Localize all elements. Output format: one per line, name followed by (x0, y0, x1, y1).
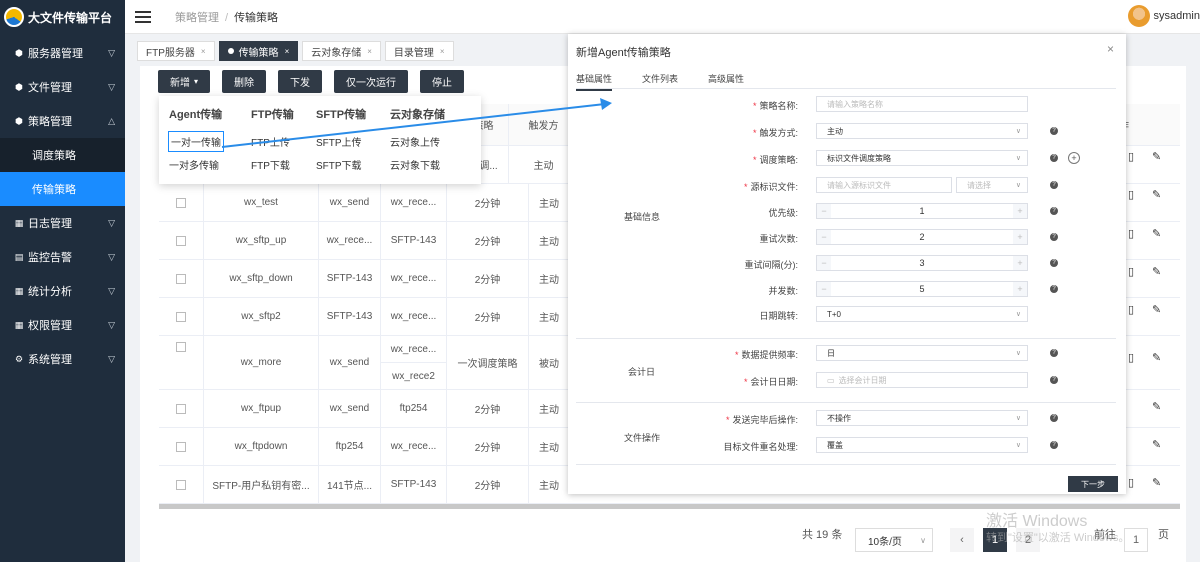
watermark-line2: 转到"设置"以激活 Windows。 (986, 532, 1130, 544)
windows-activation-watermark: 激活 Windows 转到"设置"以激活 Windows。 (986, 514, 1130, 546)
annotation-arrow (221, 98, 612, 148)
watermark-line1: 激活 Windows (986, 513, 1088, 530)
